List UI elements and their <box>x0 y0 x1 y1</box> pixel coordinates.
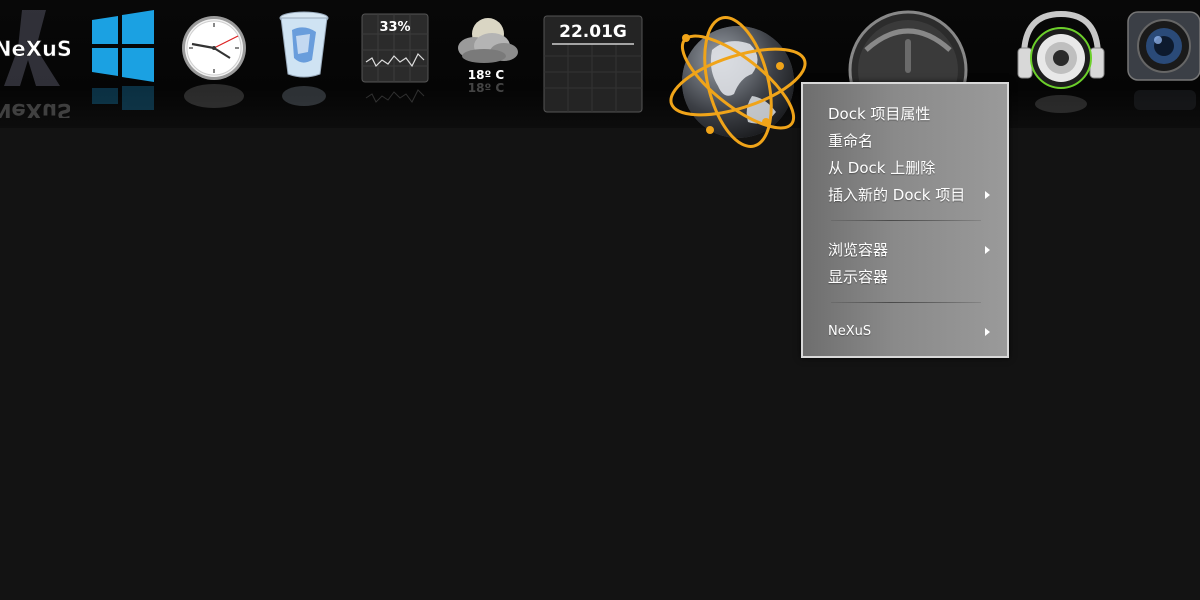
context-menu: Dock 项目属性 重命名 从 Dock 上删除 插入新的 Dock 项目 浏览… <box>801 82 1009 358</box>
cpu-meter-widget: 33% <box>361 13 429 103</box>
disk-meter-widget: 22.01G <box>543 15 643 113</box>
clock-icon <box>182 16 246 108</box>
menu-item-browse-container[interactable]: 浏览容器 <box>828 238 993 262</box>
submenu-arrow-icon <box>985 191 990 199</box>
svg-text:18º C: 18º C <box>468 81 505 95</box>
nexus-logo-icon: NeXuS NeXuS <box>0 10 70 118</box>
menu-item-label: 从 Dock 上删除 <box>828 159 936 177</box>
dock-bar: NeXuS NeXuS <box>0 0 1200 148</box>
dock-item-nexus[interactable]: NeXuS NeXuS <box>0 0 70 118</box>
dock-item-cpu-meter[interactable]: 33% <box>360 0 430 118</box>
windows-logo-icon <box>92 10 154 110</box>
dock-item-camera[interactable] <box>1126 0 1200 118</box>
menu-item-insert-new-item[interactable]: 插入新的 Dock 项目 <box>828 183 998 207</box>
dock-item-weather[interactable]: 18º C 18º C <box>448 0 524 118</box>
headphones-speaker-icon <box>1017 10 1105 113</box>
submenu-arrow-icon <box>985 246 990 254</box>
menu-item-rename[interactable]: 重命名 <box>828 129 993 153</box>
menu-item-label: Dock 项目属性 <box>828 105 931 123</box>
menu-item-show-container[interactable]: 显示容器 <box>828 265 993 289</box>
dock-item-windows[interactable] <box>88 0 160 118</box>
weather-cloud-icon: 18º C 18º C <box>458 18 518 95</box>
svg-text:NeXuS: NeXuS <box>0 37 70 61</box>
svg-text:22.01G: 22.01G <box>559 22 627 42</box>
svg-text:NeXuS: NeXuS <box>0 99 70 118</box>
camera-icon <box>1127 11 1200 110</box>
menu-separator <box>831 302 981 303</box>
dock-item-disk-meter[interactable]: 22.01G <box>542 0 644 118</box>
menu-item-remove-from-dock[interactable]: 从 Dock 上删除 <box>828 156 993 180</box>
menu-item-nexus[interactable]: NeXuS <box>828 320 993 344</box>
menu-item-label: 重命名 <box>828 132 874 150</box>
globe-icon <box>669 16 807 148</box>
svg-text:18º C: 18º C <box>468 68 505 82</box>
dock-item-clock[interactable] <box>178 0 250 118</box>
menu-item-label: NeXuS <box>828 324 872 339</box>
dock-item-internet-globe[interactable] <box>668 0 812 170</box>
submenu-arrow-icon <box>985 328 990 336</box>
dock-item-music-player[interactable] <box>1014 0 1108 118</box>
menu-separator <box>831 220 981 221</box>
menu-item-label: 显示容器 <box>828 268 889 286</box>
menu-item-label: 浏览容器 <box>828 241 889 259</box>
menu-item-label: 插入新的 Dock 项目 <box>828 186 966 204</box>
menu-item-dock-properties[interactable]: Dock 项目属性 <box>828 102 993 126</box>
svg-text:33%: 33% <box>379 20 410 35</box>
dock-item-recycle-bin[interactable] <box>272 0 336 118</box>
recycle-bin-icon <box>279 11 329 106</box>
